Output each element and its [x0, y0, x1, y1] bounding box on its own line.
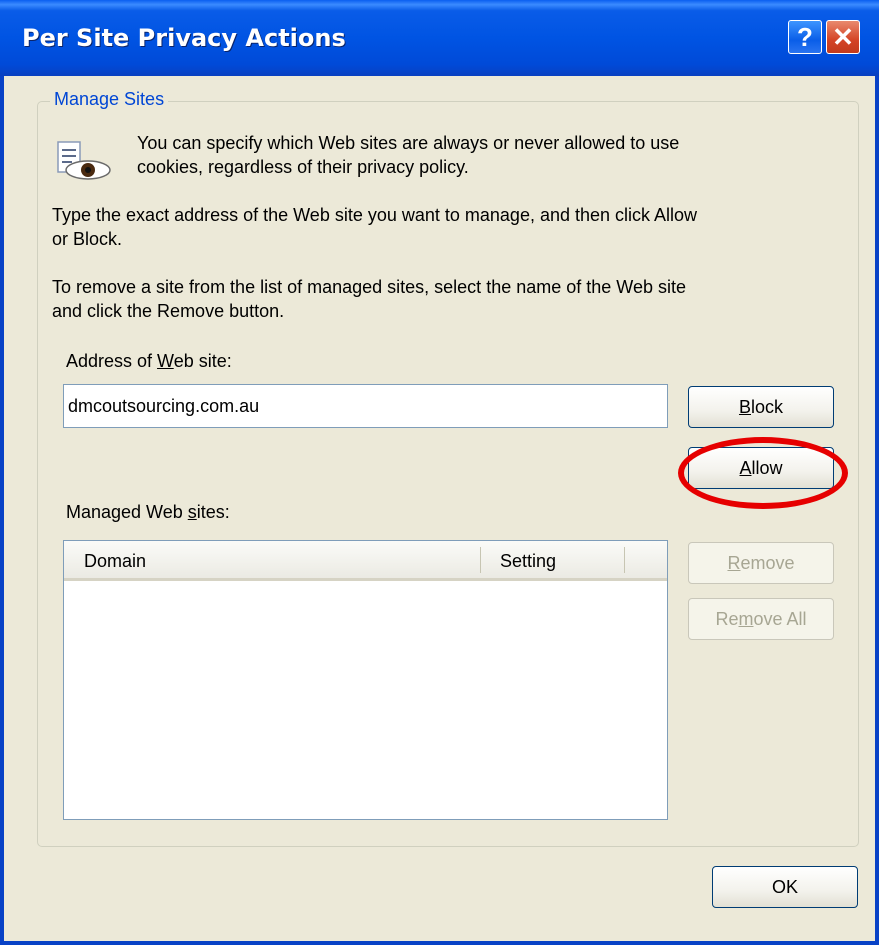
help-icon[interactable]: ?	[788, 20, 822, 54]
intro-text-2: cookies, regardless of their privacy pol…	[137, 157, 469, 177]
intro-text-1: You can specify which Web sites are alwa…	[137, 133, 680, 153]
remove-button[interactable]: Remove	[688, 542, 834, 584]
remove-instructions-1: To remove a site from the list of manage…	[52, 277, 686, 297]
remove-all-button[interactable]: Remove All	[688, 598, 834, 640]
remove-all-pre: Re	[715, 609, 739, 629]
allow-hotkey: A	[739, 458, 752, 478]
column-divider[interactable]	[624, 547, 625, 573]
remove-instructions-2: and click the Remove button.	[52, 301, 285, 321]
address-label-post: eb site:	[173, 351, 232, 371]
allow-button[interactable]: Allow	[688, 447, 834, 489]
address-label-hotkey: W	[157, 351, 174, 371]
allow-label: llow	[751, 458, 783, 478]
remove-all-hotkey: m	[738, 609, 754, 629]
block-hotkey: B	[738, 397, 751, 417]
remove-hotkey: R	[727, 553, 741, 573]
managed-sites-label: Managed Web sites:	[66, 500, 230, 524]
address-label-pre: Address of	[66, 351, 158, 371]
block-button[interactable]: Block	[688, 386, 834, 428]
instructions-text-2: or Block.	[52, 229, 123, 249]
ok-button[interactable]: OK	[712, 866, 858, 908]
group-label: Manage Sites	[50, 89, 169, 110]
privacy-eye-icon	[57, 141, 111, 180]
remove-all-post: ove All	[753, 609, 807, 629]
managed-sites-list[interactable]: Domain Setting	[63, 540, 668, 820]
block-label: lock	[751, 397, 784, 417]
close-glyph: ✕	[832, 22, 854, 52]
column-setting[interactable]: Setting	[500, 541, 556, 578]
list-header: Domain Setting	[64, 541, 667, 581]
close-icon[interactable]: ✕	[826, 20, 860, 54]
managed-label-pre: Managed Web	[66, 502, 188, 522]
managed-label-hotkey: s	[187, 502, 197, 522]
column-divider[interactable]	[480, 547, 481, 573]
title-bar[interactable]: Per Site Privacy Actions ? ✕	[0, 0, 879, 76]
window-title: Per Site Privacy Actions	[22, 24, 346, 52]
remove-label: emove	[740, 553, 795, 573]
instructions-text-1: Type the exact address of the Web site y…	[52, 205, 698, 225]
column-domain[interactable]: Domain	[84, 541, 146, 578]
address-input[interactable]: dmcoutsourcing.com.au	[63, 384, 668, 428]
managed-label-post: ites:	[196, 502, 230, 522]
address-label: Address of Web site:	[66, 349, 232, 373]
help-glyph: ?	[797, 22, 813, 52]
